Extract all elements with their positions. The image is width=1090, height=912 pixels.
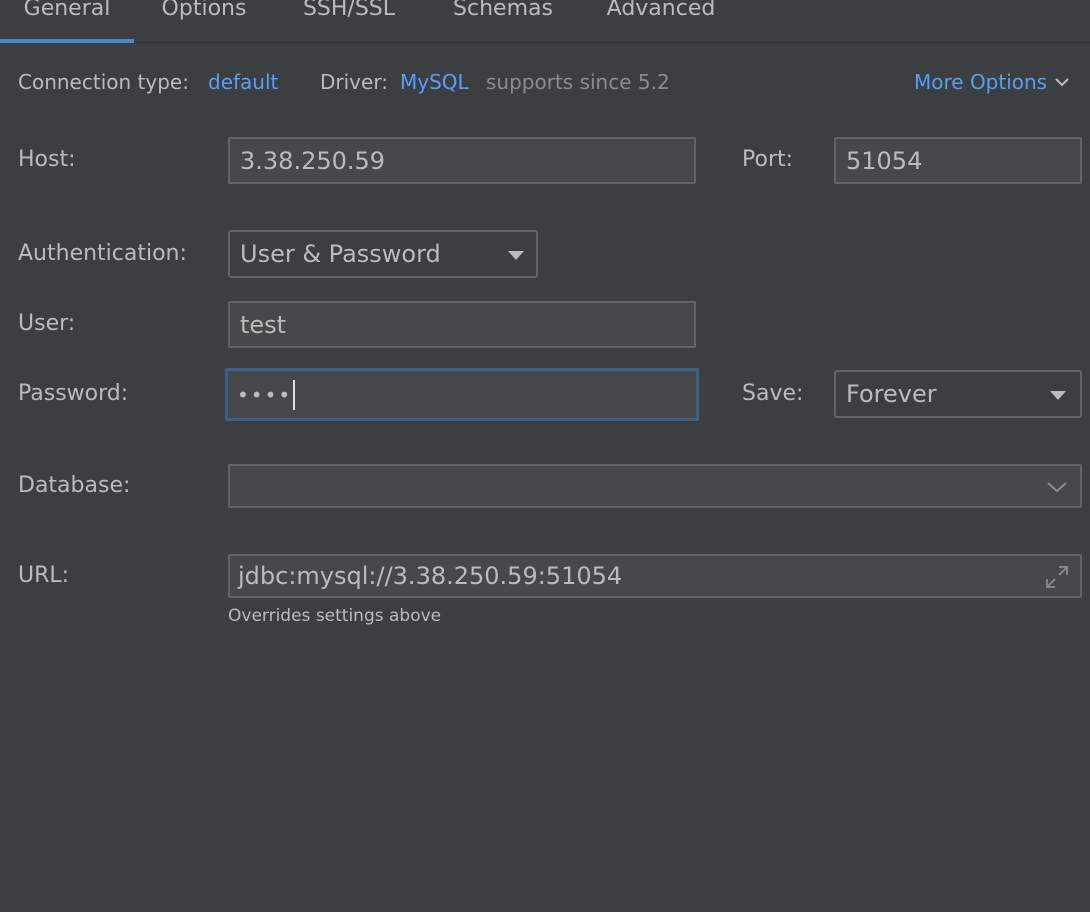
save-label: Save:	[742, 381, 804, 406]
user-label: User:	[18, 311, 76, 336]
password-label: Password:	[18, 381, 129, 406]
tab-schemas[interactable]: Schemas	[440, 0, 566, 43]
save-select[interactable]: Forever	[834, 370, 1082, 418]
driver-link[interactable]: MySQL	[400, 70, 469, 94]
tab-options-label: Options	[161, 0, 247, 21]
host-input[interactable]: 3.38.250.59	[228, 137, 696, 184]
url-label: URL:	[18, 563, 70, 588]
url-input[interactable]: jdbc:mysql://3.38.250.59:51054	[228, 554, 1082, 598]
tab-ssh-ssl-label: SSH/SSL	[302, 0, 396, 21]
tab-general[interactable]: General	[0, 0, 134, 43]
authentication-value: User & Password	[240, 240, 441, 268]
host-label: Host:	[18, 147, 76, 172]
url-hint: Overrides settings above	[228, 606, 442, 626]
password-masked-value: ••••	[237, 382, 293, 407]
dropdown-arrow-icon	[1050, 391, 1066, 400]
port-label: Port:	[742, 147, 794, 172]
user-value: test	[240, 310, 287, 339]
driver-note: supports since 5.2	[486, 70, 670, 94]
authentication-label: Authentication:	[18, 241, 187, 266]
driver-label: Driver:	[320, 70, 388, 94]
tab-ssh-ssl[interactable]: SSH/SSL	[288, 0, 410, 43]
user-input[interactable]: test	[228, 301, 696, 348]
port-value: 51054	[846, 146, 923, 175]
dropdown-arrow-icon	[508, 251, 524, 260]
tab-advanced[interactable]: Advanced	[594, 0, 728, 43]
database-label: Database:	[18, 473, 131, 498]
tab-options[interactable]: Options	[148, 0, 260, 43]
tab-bar: General Options SSH/SSL Schemas Advanced	[0, 0, 1090, 43]
save-value: Forever	[846, 380, 937, 408]
connection-type-label: Connection type:	[18, 70, 189, 94]
tab-schemas-label: Schemas	[453, 0, 553, 21]
url-value: jdbc:mysql://3.38.250.59:51054	[238, 562, 623, 590]
connection-type-link[interactable]: default	[208, 70, 278, 94]
expand-icon[interactable]	[1044, 564, 1070, 590]
more-options-label: More Options	[914, 70, 1048, 94]
chevron-down-icon[interactable]	[1046, 480, 1068, 494]
password-input[interactable]: ••••	[225, 368, 699, 421]
chevron-down-icon	[1055, 77, 1069, 87]
text-cursor	[293, 379, 296, 410]
port-input[interactable]: 51054	[834, 137, 1082, 184]
host-value: 3.38.250.59	[240, 146, 386, 175]
tab-advanced-label: Advanced	[606, 0, 716, 21]
authentication-select[interactable]: User & Password	[228, 230, 538, 278]
tab-general-label: General	[23, 0, 111, 21]
more-options-button[interactable]: More Options	[914, 70, 1069, 94]
database-combo[interactable]	[228, 464, 1082, 508]
